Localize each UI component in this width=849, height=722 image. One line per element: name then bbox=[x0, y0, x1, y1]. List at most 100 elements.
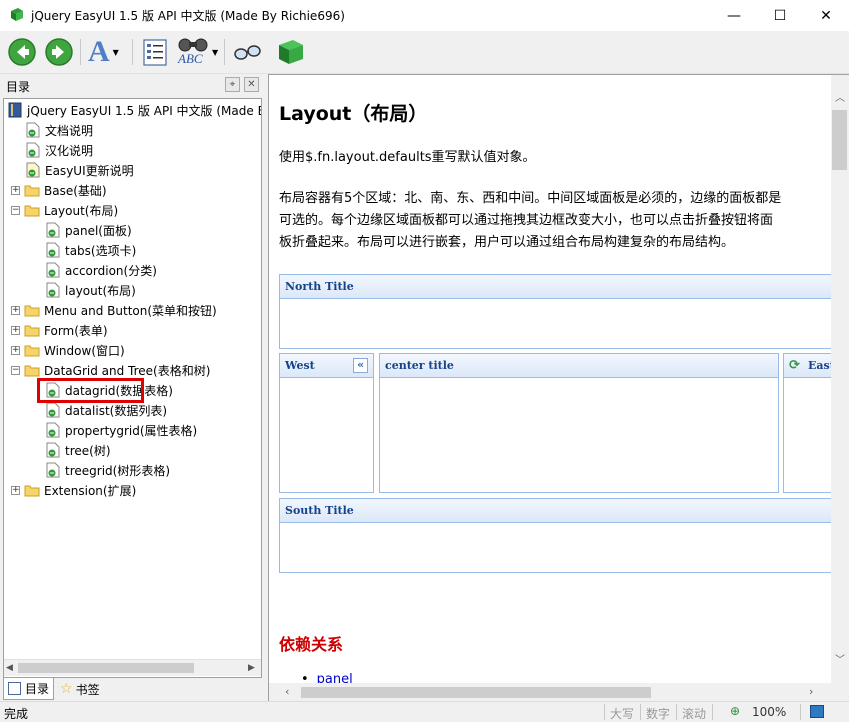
dependency-heading: 依赖关系 bbox=[279, 635, 344, 654]
tree-item[interactable]: tree(树) bbox=[46, 440, 111, 460]
minimize-button[interactable]: — bbox=[711, 0, 757, 31]
close-pane-icon[interactable]: ✕ bbox=[244, 77, 259, 92]
toolbar-separator bbox=[80, 39, 81, 65]
vertical-scrollbar[interactable]: ︿ ﹀ bbox=[831, 75, 849, 683]
tree-item[interactable]: datalist(数据列表) bbox=[46, 400, 167, 420]
scroll-right-icon[interactable]: › bbox=[809, 685, 813, 698]
document-icon bbox=[46, 422, 60, 438]
north-panel: North Title bbox=[279, 274, 831, 349]
tree-item[interactable]: tabs(选项卡) bbox=[46, 240, 136, 260]
tree-item-label: datalist(数据列表) bbox=[65, 403, 168, 418]
scroll-indicator: 滚动 bbox=[682, 707, 707, 721]
tree-item[interactable]: + Menu and Button(菜单和按钮) bbox=[11, 300, 217, 320]
find-button[interactable]: ABC ▼ bbox=[176, 36, 218, 68]
tree-item-label: layout(布局) bbox=[65, 283, 136, 298]
tree-item[interactable]: − Layout(布局) bbox=[11, 200, 118, 220]
scrollbar-thumb[interactable] bbox=[301, 687, 651, 698]
tree-item[interactable]: 文档说明 bbox=[26, 120, 93, 140]
book-icon bbox=[11, 8, 23, 21]
tree-item-label: tabs(选项卡) bbox=[65, 243, 137, 258]
status-separator bbox=[712, 704, 713, 720]
tree-item[interactable]: treegrid(树形表格) bbox=[46, 460, 170, 480]
tree-item-label: EasyUI更新说明 bbox=[45, 163, 134, 178]
layout-demo: North Title West « center title ⟳ East S… bbox=[279, 274, 831, 574]
collapse-icon[interactable]: − bbox=[11, 205, 20, 215]
toolbar-separator bbox=[132, 39, 133, 65]
tab-bookmarks[interactable]: ☆ 书签 bbox=[56, 678, 104, 700]
scrollbar-thumb[interactable] bbox=[18, 663, 194, 673]
zoom-level[interactable]: 100% bbox=[752, 705, 786, 719]
document-icon bbox=[26, 142, 40, 158]
font-button[interactable]: A ▼ bbox=[88, 35, 119, 68]
tree-item[interactable]: + Form(表单) bbox=[11, 320, 108, 340]
tree-item[interactable]: panel(面板) bbox=[46, 220, 132, 240]
expand-icon[interactable]: + bbox=[11, 485, 20, 495]
tree-item[interactable]: jQuery EasyUI 1.5 版 API 中文版 (Made B bbox=[8, 100, 261, 120]
east-panel-title: East bbox=[808, 359, 831, 372]
document-view: Layout（布局） 使用$.fn.layout.defaults重写默认值对象… bbox=[269, 75, 831, 683]
expand-icon[interactable]: + bbox=[11, 325, 20, 335]
book-button[interactable] bbox=[275, 36, 307, 68]
folder-icon bbox=[24, 324, 40, 337]
tree-item[interactable]: + Extension(扩展) bbox=[11, 480, 136, 500]
scroll-right-icon[interactable]: ▶ bbox=[248, 663, 255, 673]
tree-item[interactable]: − DataGrid and Tree(表格和树) bbox=[11, 360, 210, 380]
tree-item[interactable]: + Base(基础) bbox=[11, 180, 107, 200]
tree-horizontal-scrollbar[interactable]: ◀ ▶ bbox=[4, 659, 261, 676]
tree-item-label: Base(基础) bbox=[44, 183, 107, 198]
document-icon bbox=[46, 242, 60, 258]
document-icon bbox=[46, 462, 60, 478]
status-bar: 完成 大写 数字 滚动 ⊕ 100% bbox=[0, 701, 849, 721]
document-icon bbox=[26, 122, 40, 138]
expand-icon[interactable]: + bbox=[11, 345, 20, 355]
panel-icon[interactable] bbox=[810, 705, 824, 718]
scroll-down-icon[interactable]: ﹀ bbox=[835, 651, 845, 666]
expand-icon[interactable]: + bbox=[11, 305, 20, 315]
navigation-pane-header: 目录 ⌖ ✕ bbox=[0, 74, 262, 96]
scroll-up-icon[interactable]: ︿ bbox=[835, 89, 845, 104]
scroll-left-icon[interactable]: ‹ bbox=[285, 685, 289, 698]
tree-item[interactable]: accordion(分类) bbox=[46, 260, 157, 280]
book-icon bbox=[279, 40, 303, 64]
west-panel-title: West bbox=[285, 359, 315, 372]
document-icon bbox=[46, 262, 60, 278]
collapse-icon[interactable]: − bbox=[11, 365, 20, 375]
pin-icon[interactable]: ⌖ bbox=[225, 77, 240, 92]
back-button[interactable] bbox=[7, 36, 37, 68]
maximize-button[interactable]: ☐ bbox=[757, 0, 803, 31]
tree-item[interactable]: propertygrid(属性表格) bbox=[46, 420, 197, 440]
bullet-icon: • bbox=[301, 672, 309, 683]
east-panel: ⟳ East bbox=[783, 353, 831, 493]
refresh-icon[interactable]: ⟳ bbox=[789, 354, 800, 377]
description-line: 布局容器有5个区域：北、南、东、西和中间。中间区域面板是必须的，边缘的面板都是 bbox=[279, 191, 782, 206]
navigation-pane: 目录 ⌖ ✕ jQuery EasyUI 1.5 版 API 中文版 (Made… bbox=[0, 74, 262, 701]
tree-item[interactable]: + Window(窗口) bbox=[11, 340, 125, 360]
tree-item[interactable]: EasyUI更新说明 bbox=[26, 160, 134, 180]
south-panel: South Title bbox=[279, 498, 831, 573]
east-panel-header: ⟳ East bbox=[784, 354, 831, 378]
close-icon: ✕ bbox=[820, 7, 832, 24]
collapse-icon[interactable]: « bbox=[353, 358, 368, 373]
tree-item[interactable]: layout(布局) bbox=[46, 280, 136, 300]
tab-contents-label: 目录 bbox=[25, 682, 50, 696]
contents-button[interactable] bbox=[140, 36, 170, 68]
dependency-link[interactable]: panel bbox=[317, 672, 353, 683]
scrollbar-thumb[interactable] bbox=[832, 110, 847, 170]
forward-button[interactable] bbox=[44, 36, 74, 68]
zoom-icon[interactable]: ⊕ bbox=[730, 704, 740, 718]
document-icon bbox=[46, 402, 60, 418]
toolbar-separator bbox=[224, 39, 225, 65]
horizontal-scrollbar[interactable]: ‹ › bbox=[269, 683, 831, 701]
tree-item-label: Form(表单) bbox=[44, 323, 108, 338]
status-separator bbox=[800, 704, 801, 720]
glasses-icon bbox=[234, 45, 261, 60]
caps-indicator: 大写 bbox=[610, 707, 635, 721]
tree-item-label: treegrid(树形表格) bbox=[65, 463, 171, 478]
tab-contents[interactable]: 目录 bbox=[3, 678, 55, 700]
west-panel: West « bbox=[279, 353, 374, 493]
tree-item[interactable]: 汉化说明 bbox=[26, 140, 93, 160]
expand-icon[interactable]: + bbox=[11, 185, 20, 195]
close-button[interactable]: ✕ bbox=[803, 0, 849, 31]
sync-button[interactable] bbox=[231, 36, 263, 68]
scroll-left-icon[interactable]: ◀ bbox=[6, 663, 13, 673]
